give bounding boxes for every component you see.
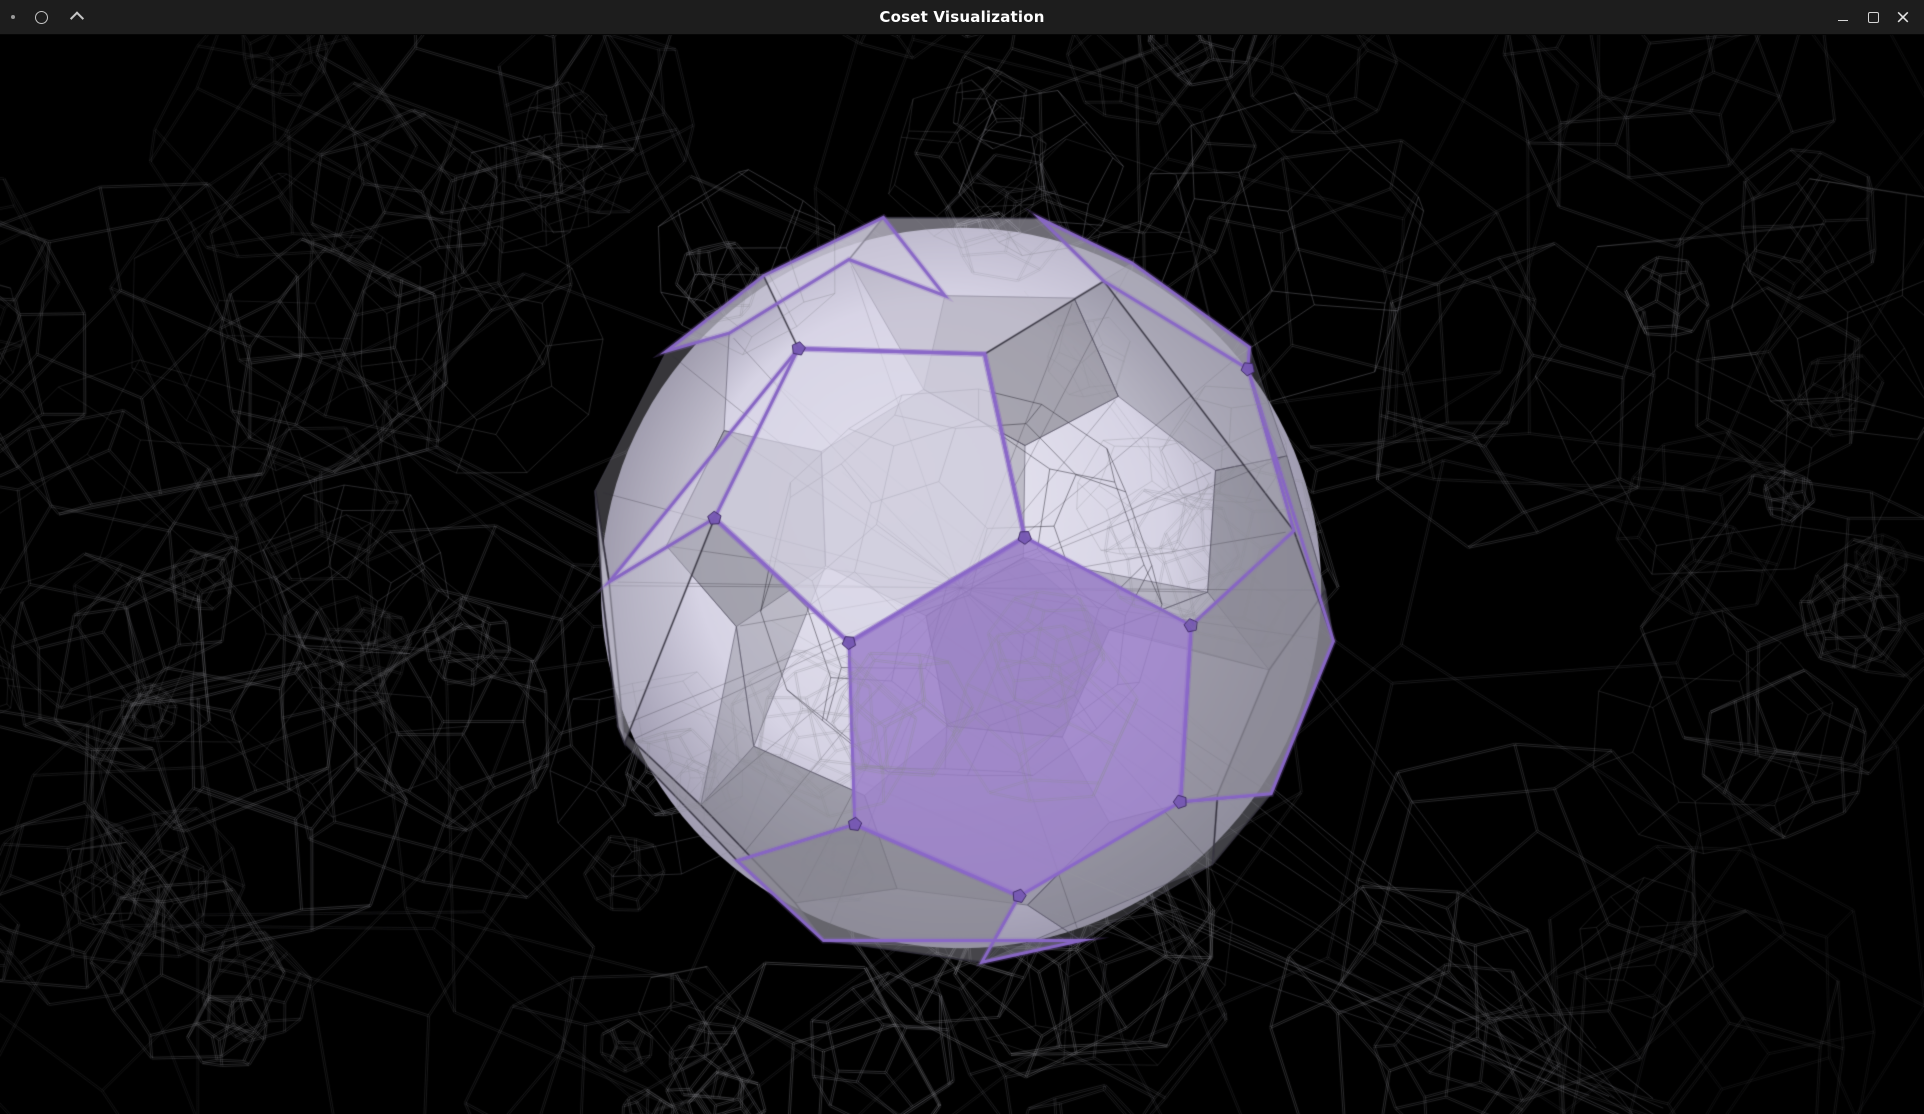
chevron-up-icon [70, 11, 84, 25]
minimize-icon [1838, 20, 1848, 21]
viewport [0, 35, 1924, 1114]
coset-3d-canvas[interactable] [0, 35, 1924, 1114]
titlebar-left-icons [11, 7, 87, 27]
app-window: Coset Visualization × [0, 0, 1924, 1114]
minimize-button[interactable] [1828, 2, 1858, 32]
window-titlebar[interactable]: Coset Visualization × [0, 0, 1924, 35]
app-indicator-dot-icon [11, 15, 15, 19]
circle-button[interactable] [31, 7, 51, 27]
close-icon: × [1895, 8, 1911, 27]
window-title: Coset Visualization [0, 8, 1924, 26]
maximize-button[interactable] [1858, 2, 1888, 32]
close-button[interactable]: × [1888, 2, 1918, 32]
maximize-icon [1868, 12, 1879, 23]
window-controls: × [1828, 2, 1918, 32]
collapse-up-button[interactable] [67, 7, 87, 27]
circle-icon [35, 11, 48, 24]
